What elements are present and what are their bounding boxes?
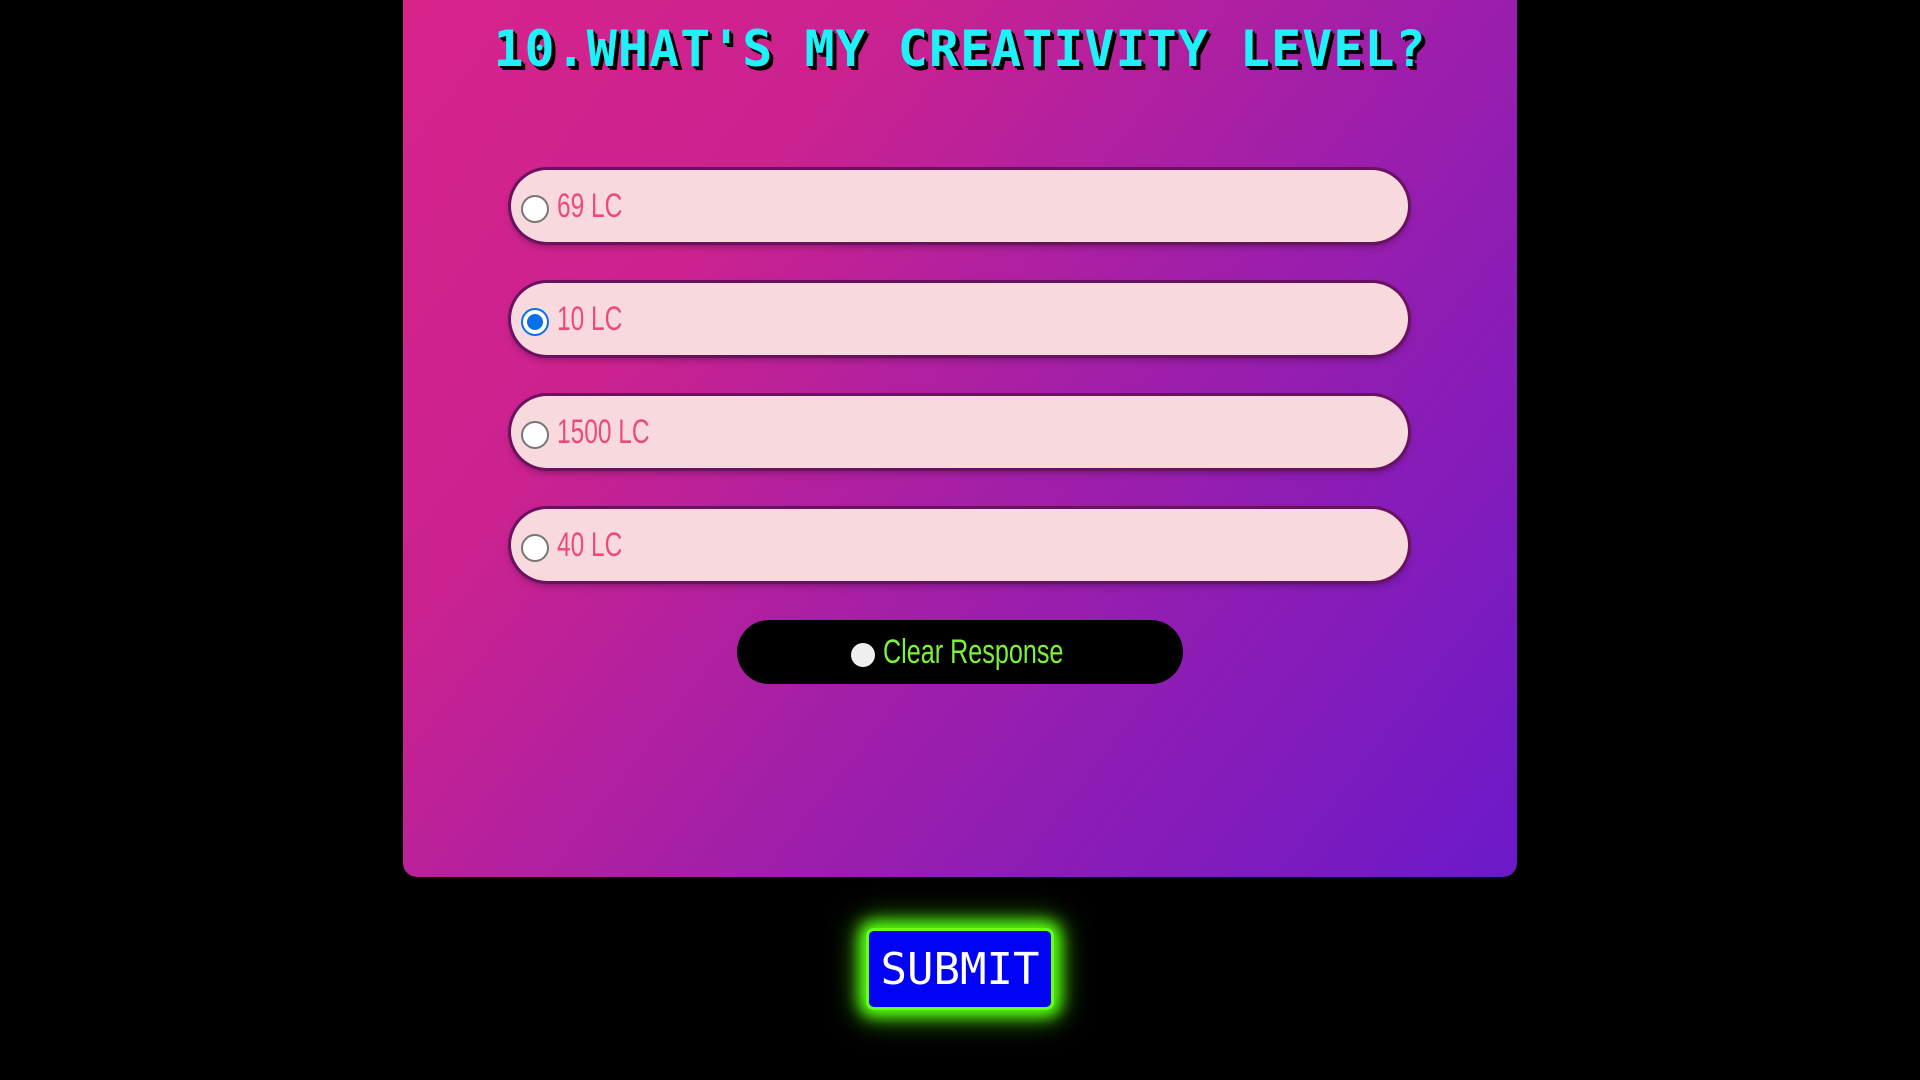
clear-response-button[interactable]: Clear Response <box>737 620 1183 684</box>
option-40-lc[interactable]: 40 LC <box>511 509 1408 581</box>
radio-option-3[interactable] <box>521 421 549 449</box>
option-1500-lc[interactable]: 1500 LC <box>511 396 1408 468</box>
option-label: 40 LC <box>557 525 623 564</box>
answer-options: 69 LC 10 LC 1500 LC 40 LC <box>511 170 1408 622</box>
clear-radio-icon <box>851 643 875 667</box>
option-69-lc[interactable]: 69 LC <box>511 170 1408 242</box>
option-label: 69 LC <box>557 186 623 225</box>
option-label: 10 LC <box>557 299 623 338</box>
option-label: 1500 LC <box>557 412 650 451</box>
question-title: 10.WHAT'S MY CREATIVITY LEVEL? <box>493 20 1427 78</box>
quiz-card: 10.WHAT'S MY CREATIVITY LEVEL? 69 LC 10 … <box>403 0 1517 877</box>
option-10-lc[interactable]: 10 LC <box>511 283 1408 355</box>
radio-option-4[interactable] <box>521 534 549 562</box>
radio-option-1[interactable] <box>521 195 549 223</box>
clear-response-label: Clear Response <box>883 632 1064 671</box>
submit-button[interactable]: SUBMIT <box>866 928 1054 1010</box>
radio-option-2[interactable] <box>521 308 549 336</box>
